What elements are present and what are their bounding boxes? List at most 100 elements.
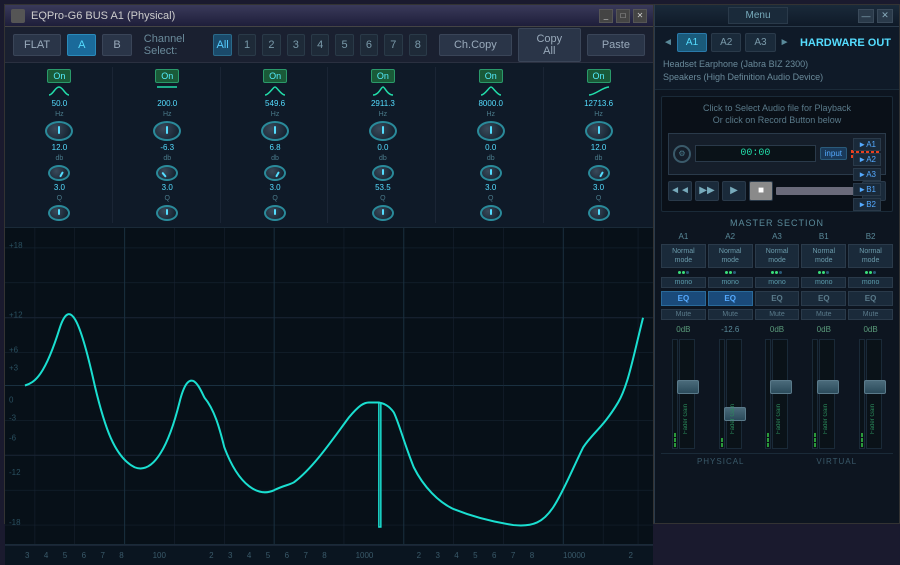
strip-b2-mono[interactable]: mono — [848, 277, 893, 288]
strip-b2-mute[interactable]: Mute — [848, 309, 893, 320]
strip-b2-fader[interactable]: Fader Gain — [866, 339, 882, 449]
strip-a2-eq[interactable]: EQ — [708, 291, 753, 306]
strip-b1-fader[interactable]: Fader Gain — [819, 339, 835, 449]
channel-4-btn[interactable]: 4 — [311, 34, 329, 56]
strip-a2-mute[interactable]: Mute — [708, 309, 753, 320]
svg-text:-18: -18 — [9, 518, 21, 527]
strip-b2-fader-handle[interactable] — [864, 380, 886, 394]
band-3-on-btn[interactable]: On — [263, 69, 287, 83]
strip-b1-vu-meter — [812, 339, 818, 449]
strip-b1-mode[interactable]: Normalmode — [801, 244, 846, 268]
band-5-freq-knob[interactable] — [477, 121, 505, 141]
band-6-q-knob[interactable] — [588, 205, 610, 221]
fwd-btn[interactable]: ▶▶ — [695, 181, 719, 201]
band-3-q-knob[interactable] — [264, 205, 286, 221]
output-tab-a3[interactable]: ►A3 — [853, 168, 881, 181]
channel-8-btn[interactable]: 8 — [409, 34, 427, 56]
copy-all-button[interactable]: Copy All — [518, 28, 581, 62]
strip-b1-fader-handle[interactable] — [817, 380, 839, 394]
strip-a3-mono[interactable]: mono — [755, 277, 800, 288]
band-1-freq-knob[interactable] — [45, 121, 73, 141]
band-6-on-btn[interactable]: On — [587, 69, 611, 83]
strip-a3-eq[interactable]: EQ — [755, 291, 800, 306]
strip-a3-mute[interactable]: Mute — [755, 309, 800, 320]
band-3-gain-knob[interactable] — [264, 165, 286, 181]
channel-5-btn[interactable]: 5 — [335, 34, 353, 56]
hw-tab-a1[interactable]: A1 — [677, 33, 707, 52]
preset-a-button[interactable]: A — [67, 34, 96, 56]
channel-3-btn[interactable]: 3 — [287, 34, 305, 56]
output-tab-a2[interactable]: ►A2 — [853, 153, 881, 166]
strip-a2-mono[interactable]: mono — [708, 277, 753, 288]
channel-1-btn[interactable]: 1 — [238, 34, 256, 56]
flat-button[interactable]: FLAT — [13, 34, 61, 56]
channel-all-btn[interactable]: All — [213, 34, 231, 56]
strip-a2-dots — [725, 271, 736, 274]
menu-button[interactable]: Menu — [728, 7, 787, 24]
band-2-on-btn[interactable]: On — [155, 69, 179, 83]
paste-button[interactable]: Paste — [587, 34, 645, 56]
strip-b1-eq[interactable]: EQ — [801, 291, 846, 306]
eq-maximize-btn[interactable]: □ — [616, 9, 630, 23]
channel-2-btn[interactable]: 2 — [262, 34, 280, 56]
band-4-shape-icon[interactable] — [373, 85, 393, 97]
band-4-gain-knob[interactable] — [372, 165, 394, 181]
band-2-q-knob[interactable] — [156, 205, 178, 221]
cassette-area[interactable]: ⚙ 00:00 input ►A1 ►A2 ►A3 ►B1 ►B2 — [668, 133, 886, 175]
strip-b1-mute[interactable]: Mute — [801, 309, 846, 320]
hw-tab-a2[interactable]: A2 — [711, 33, 741, 52]
strip-b1-mono[interactable]: mono — [801, 277, 846, 288]
hw-tab-a3[interactable]: A3 — [745, 33, 775, 52]
strip-a1-mono[interactable]: mono — [661, 277, 706, 288]
band-6-gain-knob[interactable] — [588, 165, 610, 181]
strip-a1-fader[interactable]: Fader Gain — [679, 339, 695, 449]
band-1-on-btn[interactable]: On — [47, 69, 71, 83]
channel-6-btn[interactable]: 6 — [360, 34, 378, 56]
strip-a2-mode[interactable]: Normalmode — [708, 244, 753, 268]
strip-a3-fader[interactable]: Fader Gain — [772, 339, 788, 449]
band-2-freq-knob[interactable] — [153, 121, 181, 141]
strip-a2-fader[interactable]: Fader Gain — [726, 339, 742, 449]
play-btn[interactable]: ▶ — [722, 181, 746, 201]
strip-a1-mute[interactable]: Mute — [661, 309, 706, 320]
band-5-on-btn[interactable]: On — [479, 69, 503, 83]
band-6-freq-knob[interactable] — [585, 121, 613, 141]
channel-7-btn[interactable]: 7 — [384, 34, 402, 56]
band-1-q-knob[interactable] — [48, 205, 70, 221]
band-3-shape-icon[interactable] — [265, 85, 285, 97]
band-2-shape-icon[interactable] — [157, 85, 177, 97]
strip-a1-mode[interactable]: Normalmode — [661, 244, 706, 268]
band-4-on-btn[interactable]: On — [371, 69, 395, 83]
band-6-shape-icon[interactable] — [589, 85, 609, 97]
band-5-shape-icon[interactable] — [481, 85, 501, 97]
rew-btn[interactable]: ◄◄ — [668, 181, 692, 201]
hw-tab-arrow-right[interactable]: ► — [780, 37, 790, 48]
ch-copy-button[interactable]: Ch.Copy — [439, 34, 512, 56]
band-1-gain-knob[interactable] — [48, 165, 70, 181]
strip-b2-eq[interactable]: EQ — [848, 291, 893, 306]
preset-b-button[interactable]: B — [102, 34, 131, 56]
freq-label: 345678 1002345678 10002345678 100002 — [25, 551, 633, 560]
band-4-q-knob[interactable] — [372, 205, 394, 221]
output-tab-a1[interactable]: ►A1 — [853, 138, 881, 151]
eq-graph-svg[interactable]: +18 +12 +6 +3 0 -3 -6 -12 -18 — [5, 228, 653, 544]
band-3-freq-knob[interactable] — [261, 121, 289, 141]
eq-close-btn[interactable]: ✕ — [633, 9, 647, 23]
output-tab-b2[interactable]: ►B2 — [853, 198, 881, 211]
band-1-shape-icon[interactable] — [49, 85, 69, 97]
output-tab-b1[interactable]: ►B1 — [853, 183, 881, 196]
band-2-gain-knob[interactable] — [156, 165, 178, 181]
hw-tab-arrow-left[interactable]: ◄ — [663, 37, 673, 48]
strip-a1-eq[interactable]: EQ — [661, 291, 706, 306]
right-close-btn[interactable]: ✕ — [877, 9, 893, 23]
strip-a3-mode[interactable]: Normalmode — [755, 244, 800, 268]
band-5-q-knob[interactable] — [480, 205, 502, 221]
band-5-gain-knob[interactable] — [480, 165, 502, 181]
eq-minimize-btn[interactable]: _ — [599, 9, 613, 23]
strip-b2-mode[interactable]: Normalmode — [848, 244, 893, 268]
strip-a1-fader-handle[interactable] — [677, 380, 699, 394]
band-4-freq-knob[interactable] — [369, 121, 397, 141]
right-minimize-btn[interactable]: — — [858, 9, 874, 23]
stop-btn[interactable]: ■ — [749, 181, 773, 201]
strip-a3-fader-handle[interactable] — [770, 380, 792, 394]
